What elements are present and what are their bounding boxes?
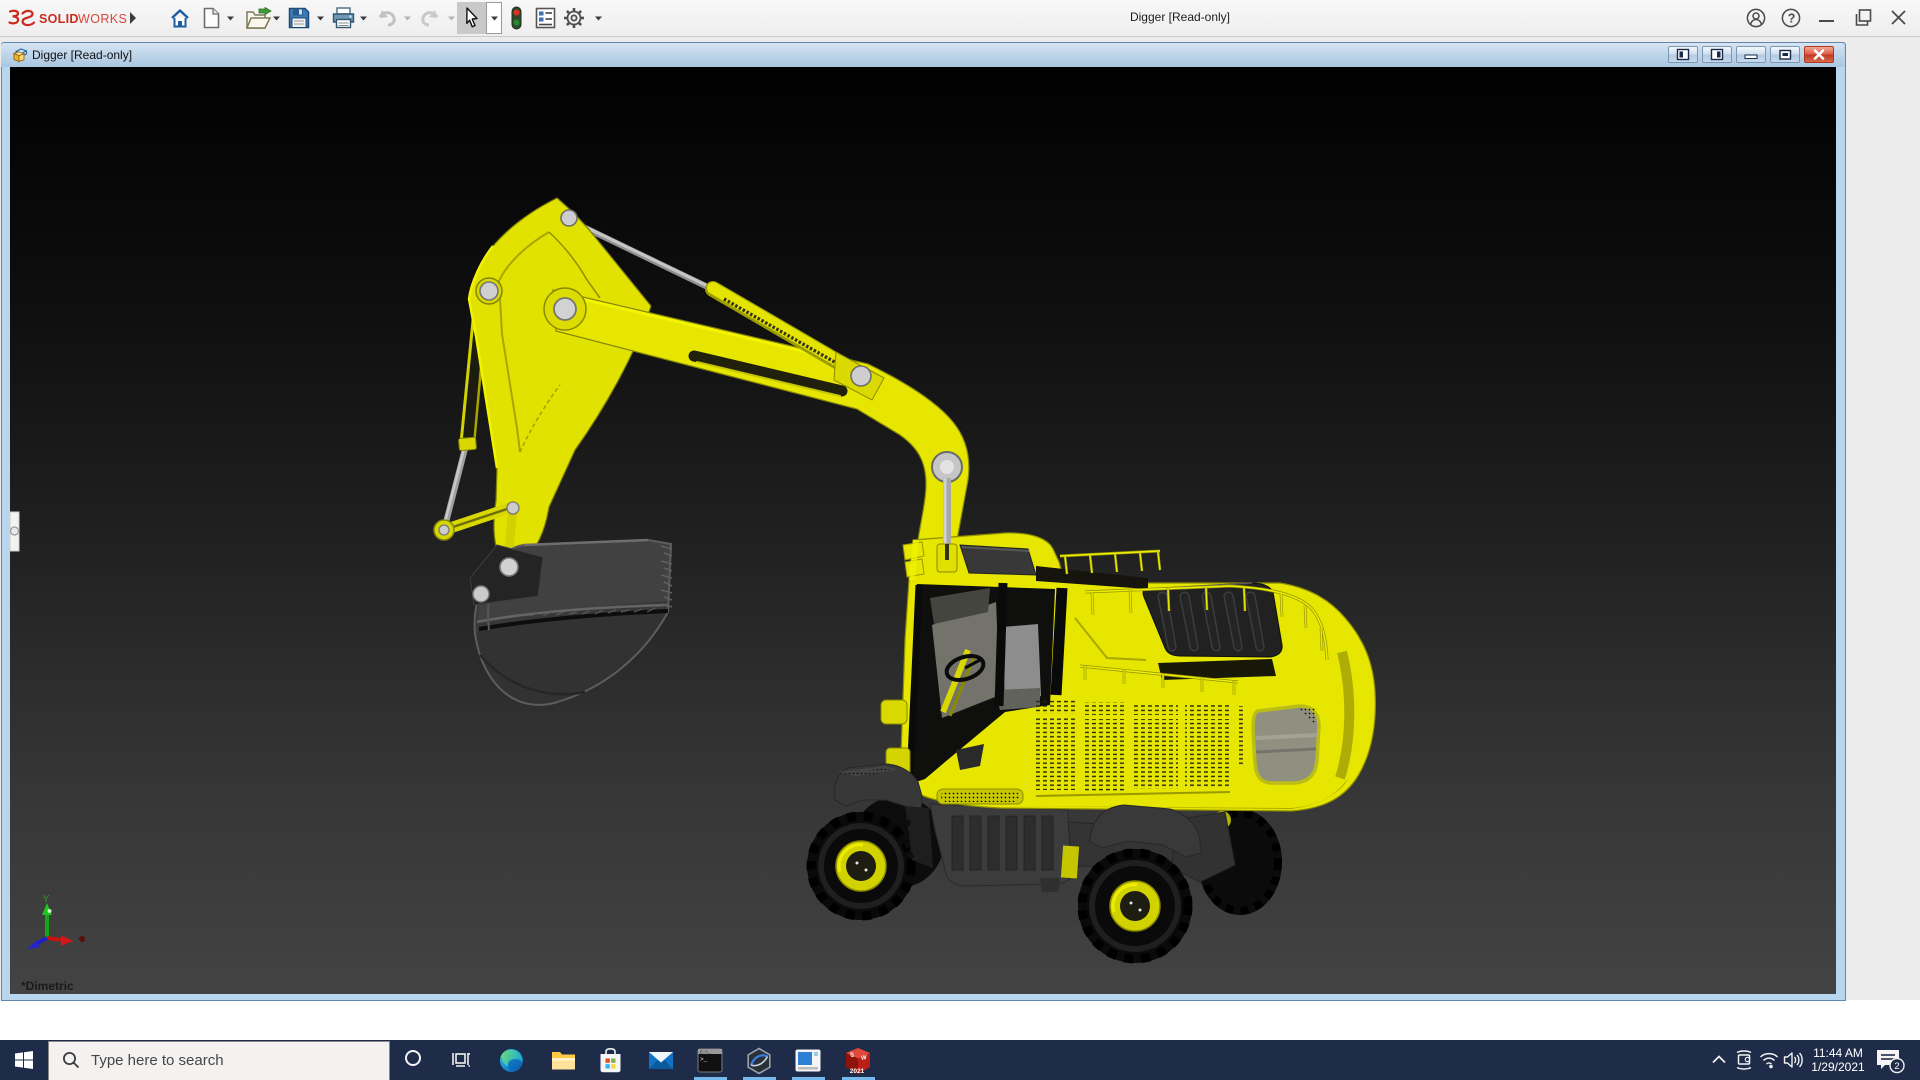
svg-text:WORKS: WORKS (78, 12, 127, 26)
svg-text:>_: >_ (700, 1056, 708, 1063)
svg-text:SOLID: SOLID (39, 12, 79, 26)
svg-text:2: 2 (1894, 1061, 1899, 1072)
svg-text:W: W (861, 1055, 867, 1062)
svg-text:?: ? (1788, 11, 1796, 25)
svg-text:C:\_: C:\_ (700, 1050, 711, 1056)
svg-text:S: S (850, 1052, 854, 1059)
svg-text:*Dimetric: *Dimetric (21, 979, 74, 993)
svg-text:Y: Y (43, 893, 50, 905)
svg-text:2021: 2021 (850, 1068, 865, 1075)
